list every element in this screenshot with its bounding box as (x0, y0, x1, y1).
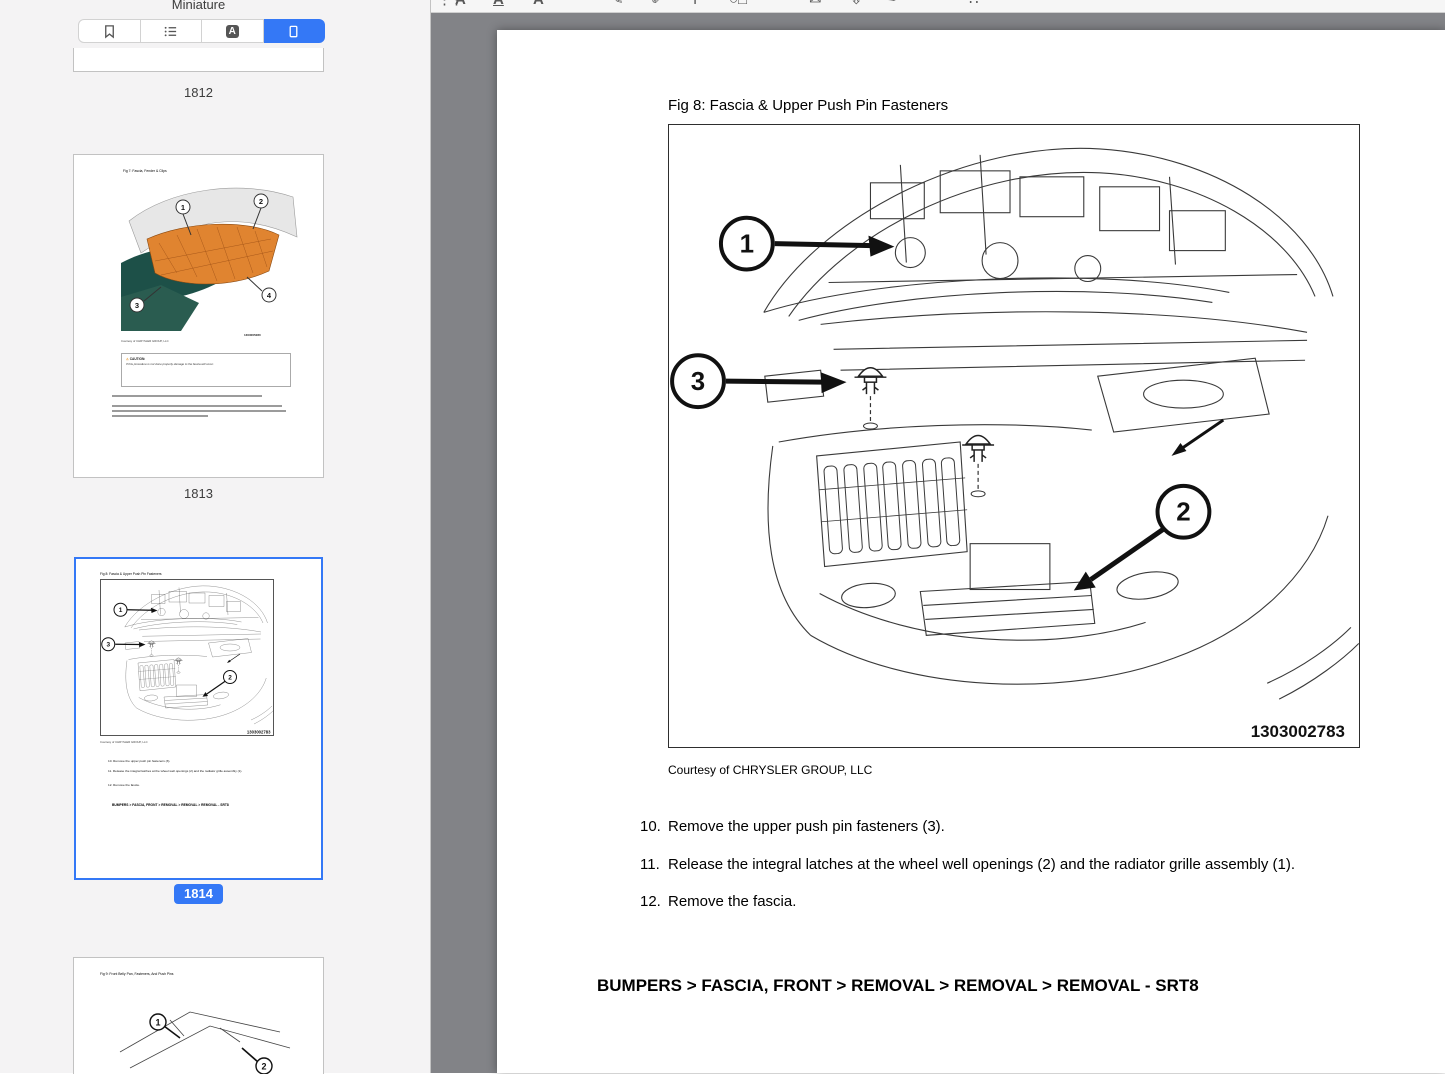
bookmark-icon (102, 24, 117, 39)
page-thumbnail-1813[interactable]: Fig 7: Fascia, Fender & Clips 1234 (73, 154, 324, 478)
courtesy-line: Courtesy of CHRYSLER GROUP, LLC (668, 763, 872, 777)
page-number-1813: 1813 (73, 486, 324, 501)
more-tools-icon[interactable]: ∴ (969, 0, 979, 7)
svg-text:2: 2 (259, 197, 263, 206)
text-style-icon[interactable]: A (455, 0, 466, 7)
font-style-icon[interactable]: A (533, 0, 544, 7)
mini-fig7-image-id: 1303005280 (244, 333, 261, 337)
svg-text:2: 2 (261, 1062, 266, 1072)
page-number-1812: 1812 (73, 85, 324, 100)
page-number-1814-row: 1814 (73, 884, 324, 904)
mini-step: 10. Remove the upper push pin fasteners … (108, 759, 290, 763)
list-icon (163, 24, 178, 39)
mini-text-line (112, 405, 282, 407)
pdf-page: Fig 8: Fascia & Upper Push Pin Fasteners… (497, 30, 1445, 1073)
text-chip-icon: A (226, 25, 239, 38)
markup-toolbar: ⋮⋮ A A A ✎ ✐ I ○□ ✉ ⇩ ✒ ∴ (431, 0, 1445, 13)
fascia-diagram (669, 125, 1359, 747)
text-view-tab[interactable]: A (202, 19, 264, 43)
mini-fig7-courtesy: Courtesy of CHRYSLER GROUP, LLC (121, 339, 169, 343)
svg-text:3: 3 (135, 301, 139, 310)
page-thumbnail-1814-selected[interactable]: Fig 8: Fascia & Upper Push Pin Fasteners… (74, 557, 323, 880)
highlighter-icon[interactable]: ✐ (651, 0, 664, 7)
mini-fig8-courtesy: Courtesy of CHRYSLER GROUP, LLC (100, 740, 148, 744)
step-12: 12.Remove the fascia. (640, 893, 796, 910)
thumbnail-sidebar: Miniature A (0, 0, 430, 1073)
mini-text-line (112, 410, 286, 412)
bookmarks-tab[interactable] (78, 19, 141, 43)
mini-breadcrumb: BUMPERS > FASCIA, FRONT > REMOVAL > REMO… (112, 803, 229, 807)
note-icon[interactable]: ✉ (809, 0, 822, 7)
sidebar-title: Miniature (73, 0, 324, 12)
current-page-badge: 1814 (174, 884, 223, 904)
mini-fig9-illustration: 1 2 (100, 982, 296, 1074)
svg-text:1: 1 (181, 203, 185, 212)
shapes-icon[interactable]: ○□ (729, 0, 747, 7)
step-11: 11.Release the integral latches at the w… (640, 856, 1295, 873)
mini-caution-box: ⚠ CAUTION: If this procedure is not done… (121, 353, 291, 387)
svg-text:1: 1 (155, 1018, 160, 1028)
mini-fig7-title: Fig 7: Fascia, Fender & Clips (123, 169, 167, 173)
signature-icon[interactable]: ⇩ (850, 0, 863, 7)
draw-pen-icon[interactable]: ✒ (887, 0, 900, 7)
mini-fig8-illustration (100, 579, 274, 736)
underline-style-icon[interactable]: A (493, 0, 504, 7)
section-breadcrumb: BUMPERS > FASCIA, FRONT > REMOVAL > REMO… (597, 976, 1199, 996)
figure-box (668, 124, 1360, 748)
mini-fig9-title: Fig 9: Front Belly Pan, Fasteners, And P… (100, 972, 174, 976)
page-thumbnail-icon (286, 24, 301, 39)
outline-tab[interactable] (141, 19, 203, 43)
sidebar-view-switcher: A (78, 19, 325, 43)
page-thumbnail-1812[interactable] (73, 48, 324, 72)
mini-text-line (112, 415, 208, 417)
step-10: 10.Remove the upper push pin fasteners (… (640, 818, 945, 835)
mini-step: 11. Release the integral latches at the … (108, 769, 290, 773)
mini-fig8-title: Fig 8: Fascia & Upper Push Pin Fasteners (100, 572, 162, 576)
mini-text-line (112, 395, 262, 397)
figure-title: Fig 8: Fascia & Upper Push Pin Fasteners (668, 97, 948, 114)
sketch-pen-icon[interactable]: ✎ (611, 0, 624, 7)
document-area: ⋮⋮ A A A ✎ ✐ I ○□ ✉ ⇩ ✒ ∴ Fig 8: Fascia … (431, 0, 1445, 1073)
mini-step: 12. Remove the fascia. (108, 783, 290, 787)
thumbnails-tab[interactable] (264, 19, 326, 43)
text-selection-icon[interactable]: I (693, 0, 697, 7)
page-thumbnail-next[interactable]: Fig 9: Front Belly Pan, Fasteners, And P… (73, 957, 324, 1074)
mini-fig7-illustration: 1234 (121, 177, 299, 331)
